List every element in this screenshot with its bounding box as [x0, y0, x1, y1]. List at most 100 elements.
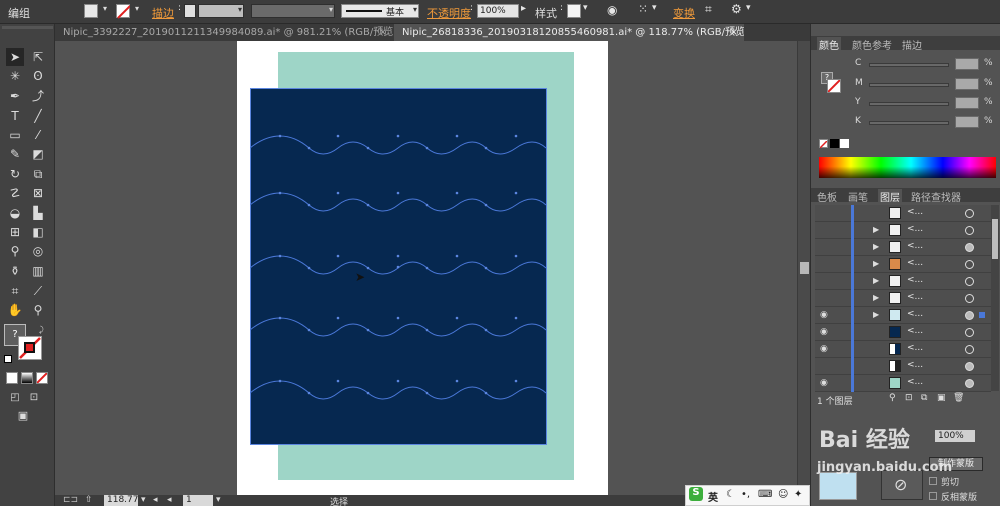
expand-arrow-icon[interactable]: ▶	[873, 293, 879, 302]
slice-tool-icon[interactable]: ⟋	[29, 282, 47, 300]
clip-checkbox[interactable]	[929, 477, 937, 485]
ime-language[interactable]: 英	[708, 489, 718, 504]
expand-arrow-icon[interactable]: ▶	[873, 242, 879, 251]
layers-scrollbar-thumb[interactable]	[992, 219, 998, 259]
target-circle[interactable]	[965, 226, 974, 235]
curvature-tool-icon[interactable]: ⤴	[29, 87, 47, 105]
lasso-tool-icon[interactable]: ʘ	[29, 67, 47, 85]
expand-arrow-icon[interactable]: ▶	[873, 225, 879, 234]
layer-row[interactable]: <...	[815, 205, 991, 222]
new-sublayer-icon[interactable]: ⧉	[921, 393, 927, 403]
symbol-sprayer-tool-icon[interactable]: ⚱	[6, 262, 24, 280]
gradient-mode-icon[interactable]	[21, 372, 33, 384]
target-circle[interactable]	[965, 362, 974, 371]
hand-tool-icon[interactable]: ✋	[6, 301, 24, 319]
magenta-slider[interactable]: M %	[855, 78, 995, 92]
opacity-field[interactable]: 100%	[477, 4, 519, 18]
tab-brushes[interactable]: 画笔	[848, 189, 868, 204]
target-circle[interactable]	[965, 294, 974, 303]
wave-path-4[interactable]	[250, 317, 547, 337]
stroke-swatch-small[interactable]	[827, 79, 841, 93]
wave-path-2[interactable]	[250, 192, 547, 212]
tab-layers[interactable]: 图层	[878, 189, 902, 204]
zoom-tool-icon[interactable]: ⚲	[29, 301, 47, 319]
tab-swatches[interactable]: 色板	[817, 189, 837, 204]
layer-row[interactable]: ▶ <...	[815, 256, 991, 273]
expand-arrow-icon[interactable]: ▶	[873, 310, 879, 319]
stroke-weight-stepper[interactable]	[184, 4, 196, 18]
layer-row[interactable]: ◉ <...	[815, 375, 991, 392]
rotate-tool-icon[interactable]: ↻	[6, 165, 24, 183]
toolbar-grip[interactable]	[2, 26, 53, 29]
new-layer-icon[interactable]: ▣	[937, 393, 946, 403]
first-artboard-icon[interactable]: ◂	[153, 495, 158, 505]
wave-path-5[interactable]	[250, 380, 547, 400]
eraser-tool-icon[interactable]: ◩	[29, 145, 47, 163]
invert-mask-checkbox[interactable]	[929, 492, 937, 500]
scrollbar-thumb[interactable]	[800, 262, 809, 274]
stroke-weight-field[interactable]: ▾	[198, 4, 244, 18]
black-slider[interactable]: K %	[855, 116, 995, 130]
fill-swatch[interactable]	[84, 4, 98, 18]
eye-icon[interactable]: ◉	[820, 344, 828, 354]
expand-arrow-icon[interactable]: ▶	[873, 276, 879, 285]
free-transform-tool-icon[interactable]: ⊠	[29, 184, 47, 202]
arrange-documents-icon[interactable]: ⚙	[731, 2, 742, 16]
tab-color-guide[interactable]: 颜色参考	[852, 37, 892, 52]
target-circle[interactable]	[965, 277, 974, 286]
pen-tool-icon[interactable]: ✒	[6, 87, 24, 105]
opacity-label[interactable]: 不透明度	[427, 5, 471, 21]
isolate-group-icon[interactable]: ⌗	[705, 2, 712, 17]
layer-row[interactable]: ▶ <...	[815, 239, 991, 256]
layer-row[interactable]: ◉ <...	[815, 324, 991, 341]
screen-mode-icon[interactable]: ⊡	[25, 389, 43, 407]
tab-pathfinder[interactable]: 路径查找器	[911, 189, 961, 204]
yellow-value-field[interactable]	[955, 97, 979, 109]
layer-row[interactable]: ▶ <...	[815, 222, 991, 239]
previous-artboard-icon[interactable]: ◂	[167, 495, 172, 505]
stroke-indicator[interactable]	[18, 336, 42, 360]
tab-document-1[interactable]: Nipic_3392227_20190112113499840​89.ai* @…	[55, 24, 393, 41]
direct-selection-tool-icon[interactable]: ⇱	[29, 48, 47, 66]
chevron-down-icon[interactable]: ▾	[583, 3, 588, 13]
color-spectrum[interactable]	[819, 157, 996, 178]
artboard-nav-icon[interactable]: ⊏⊐	[63, 495, 78, 505]
mesh-tool-icon[interactable]: ⊞	[6, 223, 24, 241]
target-circle[interactable]	[965, 311, 974, 320]
user-icon[interactable]: ☺	[778, 489, 788, 500]
color-mode-icon[interactable]	[6, 372, 18, 384]
locate-object-icon[interactable]: ⚲	[889, 393, 896, 403]
export-icon[interactable]: ⇧	[85, 495, 93, 505]
yellow-track[interactable]	[869, 102, 949, 106]
fill-dropdown[interactable]: ▾	[98, 4, 108, 18]
artboard-number-field[interactable]: 1	[183, 495, 213, 506]
chevron-down-icon[interactable]: ▾	[746, 3, 751, 13]
punctuation-icon[interactable]: •,	[741, 489, 750, 500]
black-swatch[interactable]	[830, 139, 839, 148]
paintbrush-tool-icon[interactable]: ⁄	[29, 126, 47, 144]
none-swatch[interactable]	[819, 139, 828, 149]
stroke-swatch[interactable]	[116, 4, 131, 19]
none-mode-icon[interactable]	[36, 372, 48, 384]
wave-paths[interactable]	[250, 88, 547, 445]
blend-tool-icon[interactable]: ◎	[29, 242, 47, 260]
cyan-value-field[interactable]	[955, 58, 979, 70]
target-circle[interactable]	[965, 328, 974, 337]
expand-arrow-icon[interactable]: ▶	[873, 259, 879, 268]
shape-builder-tool-icon[interactable]: ◒	[6, 204, 24, 222]
layer-row[interactable]: ▶ <...	[815, 273, 991, 290]
target-circle[interactable]	[965, 209, 974, 218]
layers-scrollbar[interactable]	[991, 205, 999, 391]
target-circle[interactable]	[965, 345, 974, 354]
delete-layer-icon[interactable]: 🗑	[953, 393, 964, 403]
swap-fill-stroke-icon[interactable]: ⤸	[39, 325, 44, 335]
magic-wand-tool-icon[interactable]: ✳	[6, 67, 24, 85]
chevron-down-icon[interactable]: ▾	[141, 495, 146, 505]
target-circle[interactable]	[965, 260, 974, 269]
magenta-value-field[interactable]	[955, 78, 979, 90]
graphic-style-swatch[interactable]	[567, 4, 581, 18]
scale-tool-icon[interactable]: ⧉	[29, 165, 47, 183]
layer-row[interactable]: ◉ <...	[815, 341, 991, 358]
layer-row[interactable]: ◉ ▶ <...	[815, 307, 991, 324]
white-swatch[interactable]	[840, 139, 849, 148]
